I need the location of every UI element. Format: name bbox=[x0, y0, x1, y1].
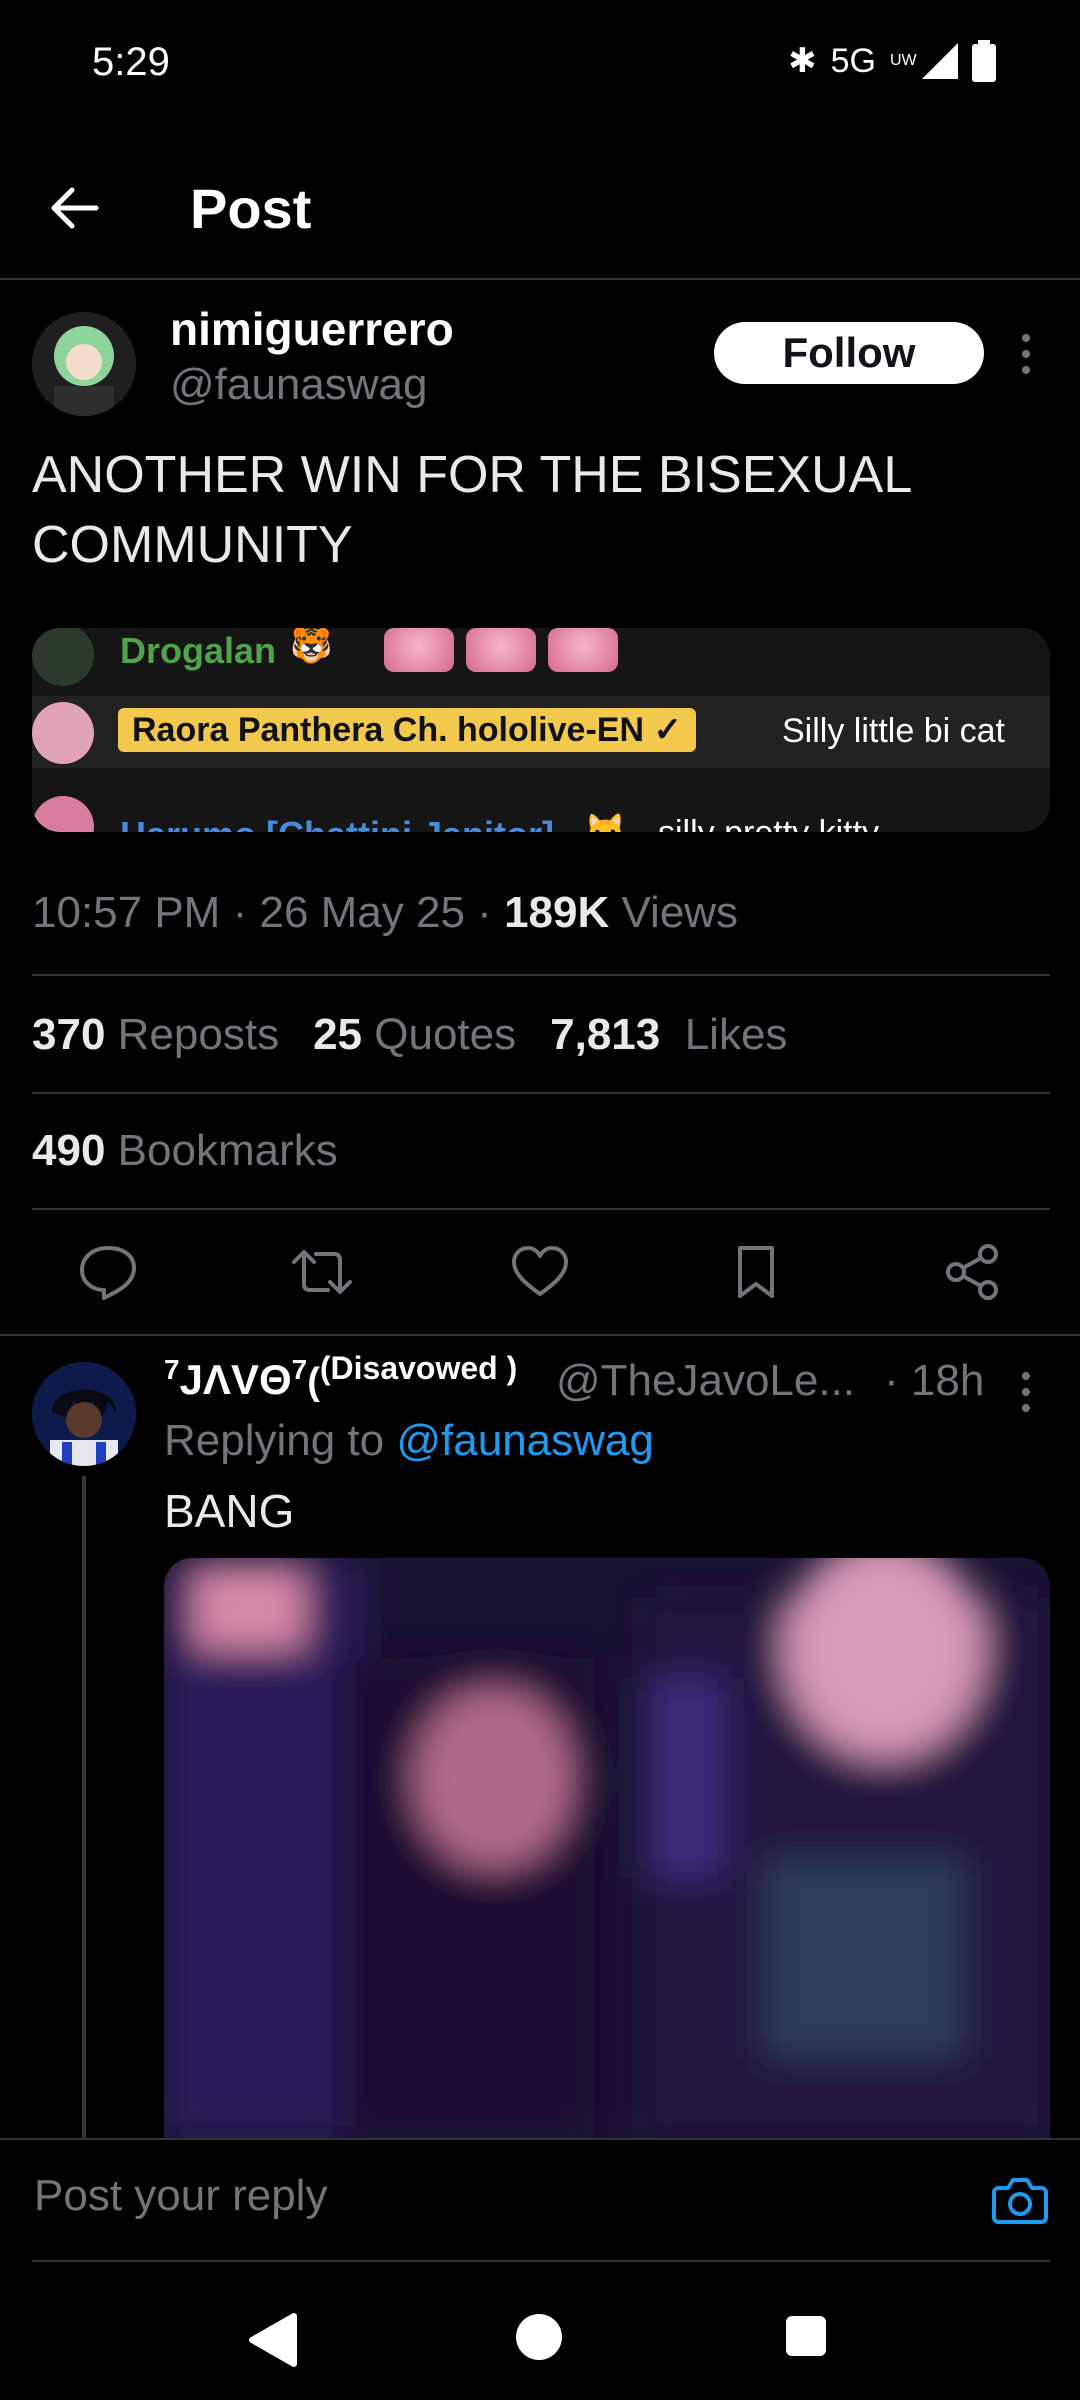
author-handle[interactable]: @faunaswag bbox=[170, 360, 428, 410]
reply-input[interactable] bbox=[32, 2170, 611, 2222]
emote-strip bbox=[372, 628, 618, 677]
post-meta: 10:57 PM · 26 May 25 · 189K Views bbox=[32, 888, 738, 938]
chat-name: Drogalan bbox=[120, 630, 277, 671]
member-badge: Raora Panthera Ch. hololive-EN ✓ bbox=[118, 708, 696, 752]
signal-icon bbox=[922, 43, 958, 79]
separator: · bbox=[477, 888, 505, 937]
reply-media[interactable] bbox=[164, 1558, 1050, 2138]
name-superscript: 7 bbox=[291, 1354, 308, 1385]
chat-avatar bbox=[32, 628, 94, 686]
reply-composer bbox=[0, 2138, 1080, 2262]
engagement-stats: 370 Reposts 25 Quotes 7,813 Likes bbox=[32, 1010, 787, 1060]
verified-icon: ✓ bbox=[653, 711, 682, 749]
post-time: 10:57 PM bbox=[32, 888, 221, 937]
reply-icon[interactable] bbox=[76, 1240, 140, 1304]
more-options-icon[interactable] bbox=[1016, 330, 1036, 378]
network-sub-label: UW bbox=[890, 52, 917, 69]
chat-name: Raora Panthera Ch. hololive-EN bbox=[132, 711, 644, 749]
chat-row: Drogalan 🐯 bbox=[32, 628, 1050, 686]
nav-recents-icon[interactable] bbox=[786, 2316, 826, 2356]
avatar[interactable] bbox=[32, 312, 136, 416]
battery-icon bbox=[972, 40, 996, 82]
bookmarks-stat[interactable]: 490 Bookmarks bbox=[32, 1126, 338, 1176]
more-options-icon[interactable] bbox=[1016, 1368, 1036, 1416]
camera-icon[interactable] bbox=[992, 2174, 1048, 2226]
reply-text: BANG bbox=[164, 1485, 295, 1537]
reply-author-name[interactable]: 7JΛVΘ7((Disavowed ) bbox=[164, 1350, 517, 1404]
like-icon[interactable] bbox=[508, 1240, 572, 1304]
reposts-label: Reposts bbox=[117, 1010, 280, 1059]
status-icons: ✱ 5G UW bbox=[788, 40, 996, 82]
reply-time: · 18h bbox=[884, 1356, 985, 1405]
bookmarks-label: Bookmarks bbox=[117, 1126, 338, 1175]
repost-icon[interactable] bbox=[290, 1240, 354, 1304]
share-icon[interactable] bbox=[940, 1240, 1004, 1304]
separator: · bbox=[232, 888, 260, 937]
bookmark-icon[interactable] bbox=[724, 1240, 788, 1304]
quotes-stat[interactable]: 25 Quotes bbox=[313, 1010, 516, 1060]
name-suffix: (Disavowed ) bbox=[319, 1350, 518, 1386]
header-divider bbox=[0, 278, 1080, 280]
chat-emoji: 🐱 bbox=[584, 813, 627, 832]
network-label: 5G bbox=[830, 41, 876, 80]
back-arrow-icon[interactable] bbox=[46, 180, 102, 236]
chat-emoji: 🐯 bbox=[290, 628, 333, 665]
chat-message: silly pretty kitty bbox=[658, 814, 879, 832]
likes-label: Likes bbox=[684, 1010, 788, 1059]
nav-home-icon[interactable] bbox=[516, 2314, 562, 2360]
thread-line bbox=[82, 1476, 86, 2140]
likes-stat[interactable]: 7,813 Likes bbox=[550, 1010, 787, 1060]
post-date: 26 May 25 bbox=[259, 888, 465, 937]
chat-row: Harumo [Chattini Janitor] 🐱 silly pretty… bbox=[32, 792, 1050, 832]
author-name[interactable]: nimiguerrero bbox=[170, 302, 454, 356]
emote-image bbox=[466, 628, 536, 672]
name-main: JΛVΘ bbox=[179, 1356, 292, 1403]
name-superscript: 7 bbox=[164, 1354, 180, 1385]
replying-handle-link[interactable]: @faunaswag bbox=[396, 1416, 654, 1465]
emote-image bbox=[384, 628, 454, 672]
views-label: Views bbox=[621, 888, 739, 937]
page-title: Post bbox=[190, 177, 312, 240]
replying-to: Replying to @faunaswag bbox=[164, 1416, 654, 1466]
chat-name: Harumo [Chattini Janitor] bbox=[120, 814, 554, 832]
reply-avatar[interactable] bbox=[32, 1362, 136, 1466]
chat-message: Silly little bi cat bbox=[782, 712, 1005, 750]
nav-back-icon[interactable] bbox=[246, 2312, 298, 2368]
meta-divider bbox=[32, 974, 1050, 976]
composer-divider bbox=[32, 2260, 1050, 2262]
views-count: 189K bbox=[504, 888, 610, 937]
quotes-count: 25 bbox=[313, 1010, 363, 1059]
actions-divider bbox=[0, 1334, 1080, 1336]
reposts-count: 370 bbox=[32, 1010, 106, 1059]
chat-avatar bbox=[32, 702, 94, 764]
post-media[interactable]: Drogalan 🐯 Raora Panthera Ch. hololive-E… bbox=[32, 628, 1050, 832]
bookmarks-divider bbox=[32, 1208, 1050, 1210]
bookmarks-count: 490 bbox=[32, 1126, 106, 1175]
status-time: 5:29 bbox=[92, 40, 170, 84]
replying-prefix: Replying to bbox=[164, 1416, 385, 1465]
chat-avatar bbox=[32, 796, 94, 832]
quotes-label: Quotes bbox=[374, 1010, 517, 1059]
chat-row: Raora Panthera Ch. hololive-EN ✓ Silly l… bbox=[32, 696, 1050, 768]
reposts-stat[interactable]: 370 Reposts bbox=[32, 1010, 279, 1060]
bluetooth-icon: ✱ bbox=[788, 42, 817, 80]
stats-divider bbox=[32, 1092, 1050, 1094]
likes-count: 7,813 bbox=[550, 1010, 661, 1059]
follow-button[interactable]: Follow bbox=[714, 322, 984, 384]
post-text: ANOTHER WIN FOR THE BISEXUAL COMMUNITY bbox=[32, 446, 911, 574]
reply-author-handle[interactable]: @TheJavoLe... bbox=[556, 1356, 855, 1406]
emote-image bbox=[548, 628, 618, 672]
